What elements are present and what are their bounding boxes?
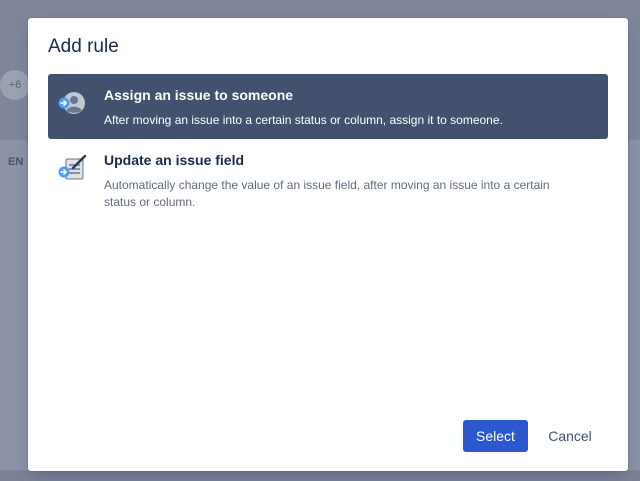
assign-user-icon [55,88,87,120]
cancel-button[interactable]: Cancel [536,420,604,452]
add-rule-dialog: Add rule Assign an issue to someone Afte… [28,18,628,471]
option-description: Automatically change the value of an iss… [104,178,550,209]
avatar-overflow-count: +6 [0,70,30,100]
option-description: After moving an issue into a certain sta… [104,113,503,127]
option-title: Assign an issue to someone [104,87,294,103]
update-field-icon [55,153,87,185]
option-update-field[interactable]: Update an issue field Automatically chan… [48,139,608,219]
background-label: EN [8,156,24,168]
dialog-title: Add rule [48,36,119,57]
background-page-footer [0,470,640,481]
option-assign-issue[interactable]: Assign an issue to someone After moving … [48,74,608,139]
select-button[interactable]: Select [463,420,528,452]
option-title: Update an issue field [104,152,245,168]
